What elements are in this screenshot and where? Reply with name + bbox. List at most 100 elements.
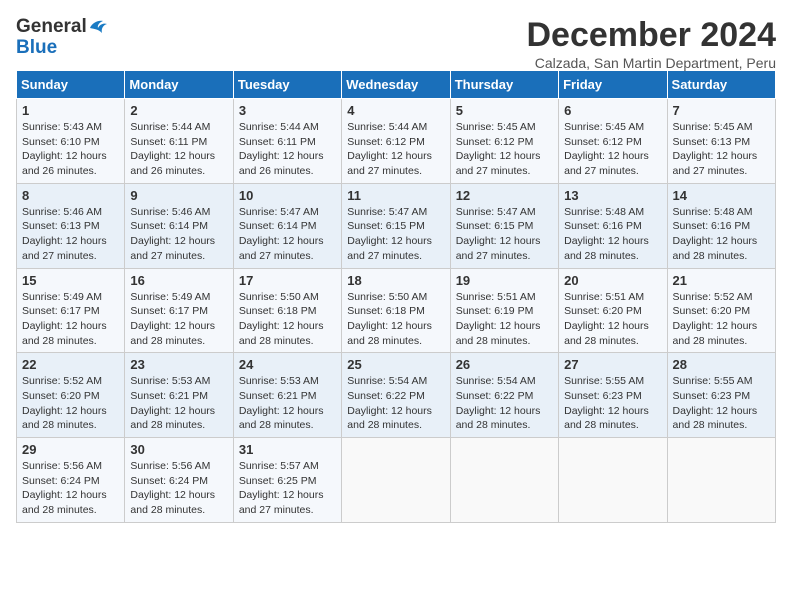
daylight-label: Daylight: 12 hours [456,150,541,162]
daylight-label: Daylight: 12 hours [456,235,541,247]
daylight-label: Daylight: 12 hours [239,405,324,417]
sunrise-label: Sunrise: 5:47 AM [456,206,536,218]
calendar-cell [559,438,667,523]
day-info: Sunrise: 5:53 AM Sunset: 6:21 PM Dayligh… [239,374,336,433]
daylight-label: Daylight: 12 hours [130,405,215,417]
day-info: Sunrise: 5:52 AM Sunset: 6:20 PM Dayligh… [22,374,119,433]
daylight-minutes: and 28 minutes. [456,335,531,347]
day-number: 27 [564,357,661,372]
daylight-minutes: and 28 minutes. [347,419,422,431]
daylight-label: Daylight: 12 hours [130,235,215,247]
sunset-label: Sunset: 6:21 PM [239,390,317,402]
sunrise-label: Sunrise: 5:45 AM [564,121,644,133]
calendar-cell: 27 Sunrise: 5:55 AM Sunset: 6:23 PM Dayl… [559,353,667,438]
daylight-minutes: and 28 minutes. [673,250,748,262]
day-info: Sunrise: 5:56 AM Sunset: 6:24 PM Dayligh… [130,459,227,518]
daylight-label: Daylight: 12 hours [347,150,432,162]
day-info: Sunrise: 5:49 AM Sunset: 6:17 PM Dayligh… [22,290,119,349]
sunset-label: Sunset: 6:15 PM [456,220,534,232]
day-number: 25 [347,357,444,372]
daylight-minutes: and 27 minutes. [22,250,97,262]
day-number: 8 [22,188,119,203]
daylight-minutes: and 28 minutes. [456,419,531,431]
sunset-label: Sunset: 6:21 PM [130,390,208,402]
sunset-label: Sunset: 6:11 PM [239,136,316,148]
day-number: 24 [239,357,336,372]
day-info: Sunrise: 5:50 AM Sunset: 6:18 PM Dayligh… [347,290,444,349]
sunrise-label: Sunrise: 5:47 AM [239,206,319,218]
daylight-label: Daylight: 12 hours [239,320,324,332]
calendar-cell: 15 Sunrise: 5:49 AM Sunset: 6:17 PM Dayl… [17,268,125,353]
day-info: Sunrise: 5:47 AM Sunset: 6:14 PM Dayligh… [239,205,336,264]
day-info: Sunrise: 5:49 AM Sunset: 6:17 PM Dayligh… [130,290,227,349]
daylight-minutes: and 28 minutes. [239,419,314,431]
daylight-label: Daylight: 12 hours [456,320,541,332]
sunrise-label: Sunrise: 5:53 AM [239,375,319,387]
day-info: Sunrise: 5:44 AM Sunset: 6:12 PM Dayligh… [347,120,444,179]
daylight-minutes: and 28 minutes. [347,335,422,347]
calendar-cell: 13 Sunrise: 5:48 AM Sunset: 6:16 PM Dayl… [559,183,667,268]
daylight-minutes: and 27 minutes. [130,250,205,262]
day-number: 17 [239,273,336,288]
calendar-cell: 7 Sunrise: 5:45 AM Sunset: 6:13 PM Dayli… [667,99,775,184]
sunset-label: Sunset: 6:11 PM [130,136,207,148]
calendar-cell: 31 Sunrise: 5:57 AM Sunset: 6:25 PM Dayl… [233,438,341,523]
sunset-label: Sunset: 6:24 PM [130,475,208,487]
day-info: Sunrise: 5:44 AM Sunset: 6:11 PM Dayligh… [239,120,336,179]
daylight-label: Daylight: 12 hours [564,405,649,417]
daylight-label: Daylight: 12 hours [239,235,324,247]
daylight-minutes: and 26 minutes. [22,165,97,177]
day-number: 10 [239,188,336,203]
calendar-cell: 11 Sunrise: 5:47 AM Sunset: 6:15 PM Dayl… [342,183,450,268]
daylight-minutes: and 28 minutes. [564,419,639,431]
sunset-label: Sunset: 6:12 PM [456,136,534,148]
sunset-label: Sunset: 6:18 PM [239,305,317,317]
daylight-label: Daylight: 12 hours [130,150,215,162]
daylight-label: Daylight: 12 hours [22,489,107,501]
calendar-cell: 6 Sunrise: 5:45 AM Sunset: 6:12 PM Dayli… [559,99,667,184]
sunrise-label: Sunrise: 5:49 AM [130,291,210,303]
day-number: 30 [130,442,227,457]
sunrise-label: Sunrise: 5:45 AM [456,121,536,133]
calendar-cell: 24 Sunrise: 5:53 AM Sunset: 6:21 PM Dayl… [233,353,341,438]
day-info: Sunrise: 5:57 AM Sunset: 6:25 PM Dayligh… [239,459,336,518]
day-info: Sunrise: 5:56 AM Sunset: 6:24 PM Dayligh… [22,459,119,518]
sunset-label: Sunset: 6:14 PM [239,220,317,232]
calendar-cell: 17 Sunrise: 5:50 AM Sunset: 6:18 PM Dayl… [233,268,341,353]
day-info: Sunrise: 5:47 AM Sunset: 6:15 PM Dayligh… [347,205,444,264]
calendar-cell: 14 Sunrise: 5:48 AM Sunset: 6:16 PM Dayl… [667,183,775,268]
fixed-header: General Blue December 2024 Calzada, San … [16,16,776,71]
day-number: 20 [564,273,661,288]
sunset-label: Sunset: 6:16 PM [564,220,642,232]
daylight-label: Daylight: 12 hours [564,150,649,162]
day-number: 4 [347,103,444,118]
daylight-minutes: and 26 minutes. [130,165,205,177]
sunrise-label: Sunrise: 5:54 AM [456,375,536,387]
day-number: 14 [673,188,770,203]
calendar-table: SundayMondayTuesdayWednesdayThursdayFrid… [16,70,776,523]
day-info: Sunrise: 5:51 AM Sunset: 6:19 PM Dayligh… [456,290,553,349]
sunset-label: Sunset: 6:14 PM [130,220,208,232]
sunrise-label: Sunrise: 5:56 AM [22,460,102,472]
daylight-minutes: and 28 minutes. [673,335,748,347]
daylight-minutes: and 28 minutes. [22,419,97,431]
daylight-minutes: and 28 minutes. [564,250,639,262]
day-info: Sunrise: 5:44 AM Sunset: 6:11 PM Dayligh… [130,120,227,179]
daylight-minutes: and 28 minutes. [564,335,639,347]
calendar-cell [342,438,450,523]
sunrise-label: Sunrise: 5:52 AM [22,375,102,387]
logo-block: General Blue [16,16,109,57]
sunset-label: Sunset: 6:16 PM [673,220,751,232]
day-header: Tuesday [233,71,341,99]
day-info: Sunrise: 5:43 AM Sunset: 6:10 PM Dayligh… [22,120,119,179]
sunrise-label: Sunrise: 5:50 AM [239,291,319,303]
daylight-minutes: and 28 minutes. [673,419,748,431]
day-info: Sunrise: 5:53 AM Sunset: 6:21 PM Dayligh… [130,374,227,433]
logo-bird-svg [89,18,109,36]
daylight-minutes: and 28 minutes. [22,335,97,347]
sunrise-label: Sunrise: 5:55 AM [564,375,644,387]
day-info: Sunrise: 5:55 AM Sunset: 6:23 PM Dayligh… [564,374,661,433]
daylight-label: Daylight: 12 hours [347,405,432,417]
calendar-cell: 16 Sunrise: 5:49 AM Sunset: 6:17 PM Dayl… [125,268,233,353]
day-number: 31 [239,442,336,457]
